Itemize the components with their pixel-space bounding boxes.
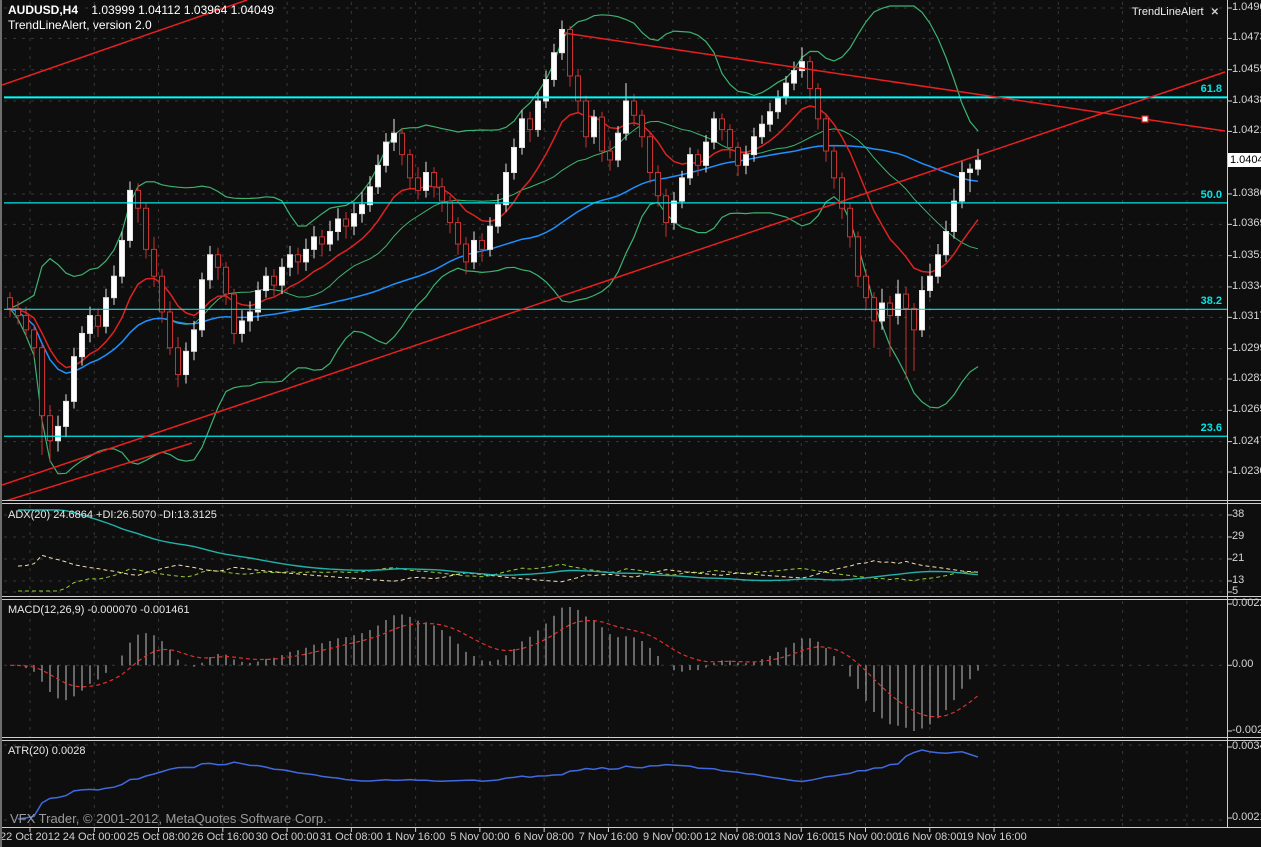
price-axis-label: 1.02650 — [1232, 403, 1261, 416]
fib-level-label: 61.8 — [1200, 83, 1222, 96]
trendline-alert-widget: TrendLineAlert ✕ — [1132, 6, 1219, 18]
panel-separator[interactable] — [2, 500, 1261, 504]
time-axis-label: 22 Oct 2012 — [0, 831, 60, 843]
ohlc-values-label: 1.03999 1.04112 1.03964 1.04049 — [91, 3, 274, 17]
mt4-chart-window: AUDUSD,H4 1.03999 1.04112 1.03964 1.0404… — [0, 0, 1261, 847]
price-axis-label: 1.03340 — [1232, 279, 1261, 292]
panel-separator[interactable] — [2, 737, 1261, 741]
macd-axis-label: 0.00 — [1232, 658, 1254, 671]
macd-indicator-label: MACD(12,26,9) -0.000070 -0.001461 — [8, 604, 190, 616]
price-axis-label: 1.02475 — [1232, 434, 1261, 447]
trendline-point-marker[interactable] — [1141, 115, 1149, 123]
time-axis-label: 19 Nov 16:00 — [961, 831, 1027, 843]
price-axis-label: 1.04730 — [1232, 31, 1261, 44]
adx-axis-label: 29 — [1232, 530, 1245, 542]
price-axis-label: 1.04210 — [1232, 124, 1261, 137]
time-axis-label: 26 Oct 16:00 — [191, 831, 255, 843]
time-axis-label: 30 Oct 00:00 — [255, 831, 319, 843]
price-axis-label: 1.03170 — [1232, 310, 1261, 323]
fib-level-label: 38.2 — [1200, 295, 1222, 308]
price-axis-label: 1.04380 — [1232, 93, 1261, 106]
symbol-period-label: AUDUSD,H4 — [8, 3, 79, 17]
price-axis-label: 1.04900 — [1232, 1, 1261, 13]
atr-indicator-label: ATR(20) 0.0028 — [8, 745, 86, 757]
close-icon[interactable]: ✕ — [1211, 7, 1219, 18]
time-axis-label: 25 Oct 08:00 — [127, 831, 191, 843]
main-chart-canvas[interactable] — [2, 0, 1261, 847]
fib-level-label: 23.6 — [1200, 422, 1222, 435]
adx-axis-label: 38 — [1232, 508, 1245, 520]
price-axis-label: 1.03515 — [1232, 248, 1261, 261]
time-axis-label: 31 Oct 08:00 — [319, 831, 383, 843]
atr-axis-label: 0.0021 — [1232, 811, 1261, 823]
fib-level-label: 50.0 — [1200, 188, 1222, 201]
platform-watermark: VFX Trader, © 2001-2012, MetaQuotes Soft… — [10, 811, 327, 826]
time-axis-label: 5 Nov 00:00 — [450, 831, 510, 843]
trendline[interactable] — [2, 71, 1226, 486]
time-axis-label: 6 Nov 08:00 — [514, 831, 574, 843]
time-axis-label: 24 Oct 00:00 — [62, 831, 126, 843]
adx-axis-label: 21 — [1232, 552, 1245, 564]
time-axis-border — [2, 827, 1261, 828]
time-axis-label: 15 Nov 00:00 — [832, 831, 899, 843]
price-axis-border — [1227, 0, 1228, 827]
trendline[interactable] — [563, 32, 1226, 132]
time-axis-label: 1 Nov 16:00 — [385, 831, 446, 843]
price-axis-label: 1.04555 — [1232, 62, 1261, 75]
price-axis-label: 1.02995 — [1232, 341, 1261, 354]
time-axis-label: 7 Nov 16:00 — [578, 831, 639, 843]
time-axis-label: 16 Nov 08:00 — [897, 831, 963, 843]
indicator-caption: TrendLineAlert, version 2.0 — [8, 18, 152, 32]
adx-axis-label: 5 — [1232, 585, 1239, 597]
chart-title: AUDUSD,H4 1.03999 1.04112 1.03964 1.0404… — [8, 3, 274, 33]
current-price-tag: 1.04049 — [1228, 153, 1261, 168]
adx-indicator-label: ADX(20) 24.6864 +DI:26.5070 -DI:13.3125 — [8, 509, 217, 521]
price-axis-label: 1.03690 — [1232, 217, 1261, 230]
atr-axis-label: 0.0034 — [1232, 740, 1261, 752]
macd-axis-label: -0.00270 — [1232, 724, 1261, 736]
price-axis-label: 1.02825 — [1232, 372, 1261, 385]
time-axis-label: 13 Nov 16:00 — [768, 831, 834, 843]
macd-axis-label: 0.00229 — [1232, 597, 1261, 609]
time-axis-label: 12 Nov 08:00 — [704, 831, 770, 843]
time-axis-label: 9 Nov 00:00 — [643, 831, 703, 843]
panel-separator[interactable] — [2, 596, 1261, 600]
trendline-alert-label: TrendLineAlert — [1131, 6, 1204, 18]
price-axis-label: 1.03860 — [1232, 186, 1261, 199]
price-axis-label: 1.02305 — [1232, 465, 1261, 477]
